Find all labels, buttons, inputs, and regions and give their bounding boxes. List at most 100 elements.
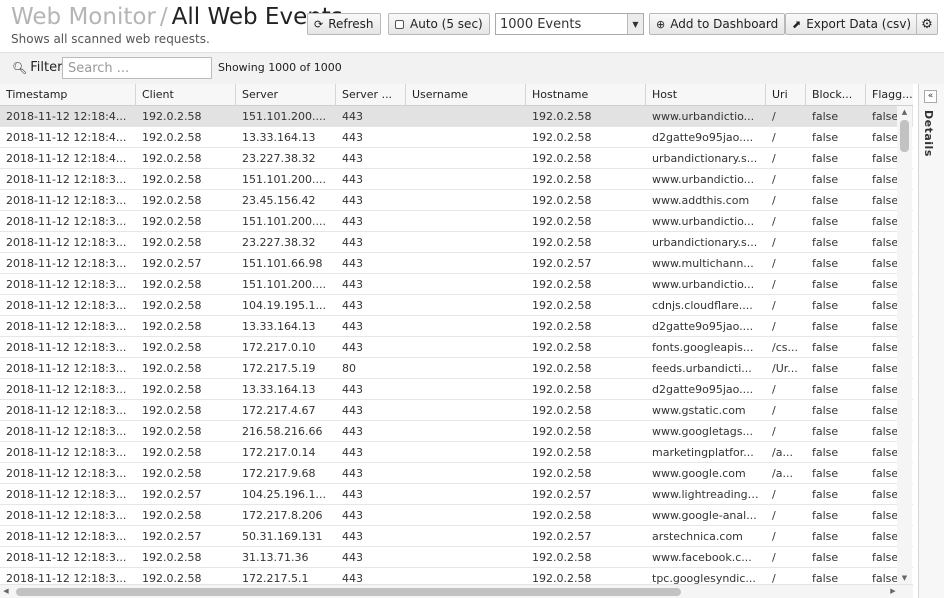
cell-server: 13.33.164.13 (242, 320, 316, 333)
horizontal-scroll-thumb[interactable] (16, 588, 681, 596)
cell-server-port: 443 (342, 572, 363, 584)
cell-timestamp: 2018-11-12 12:18:3... (6, 362, 127, 375)
table-row[interactable]: 2018-11-12 12:18:3... 192.0.2.58 151.101.2… (0, 211, 913, 232)
checkbox-icon (395, 19, 404, 29)
cell-username (406, 190, 526, 210)
column-header-timestamp[interactable]: Timestamp (0, 84, 136, 105)
cell-username (406, 295, 526, 315)
cell-host: www.urbandictio... (652, 173, 755, 186)
cell-hostname: 192.0.2.58 (532, 194, 592, 207)
cell-username (406, 505, 526, 525)
scroll-left-arrow-icon[interactable]: ◀ (0, 585, 12, 598)
table-row[interactable]: 2018-11-12 12:18:3... 192.0.2.58 151.101.2… (0, 169, 913, 190)
cell-uri: / (772, 509, 776, 522)
add-to-dashboard-button[interactable]: ⊕ Add to Dashboard (649, 13, 786, 35)
table-row[interactable]: 2018-11-12 12:18:3... 192.0.2.57 104.25.19… (0, 484, 913, 505)
cell-server: 151.101.66.98 (242, 257, 323, 270)
column-header-client[interactable]: Client (136, 84, 236, 105)
table-row[interactable]: 2018-11-12 12:18:3... 192.0.2.58 13.33.164… (0, 379, 913, 400)
table-row[interactable]: 2018-11-12 12:18:3... 192.0.2.58 23.227.38… (0, 232, 913, 253)
cell-uri: / (772, 152, 776, 165)
table-row[interactable]: 2018-11-12 12:18:3... 192.0.2.58 172.217.0… (0, 442, 913, 463)
table-row[interactable]: 2018-11-12 12:18:3... 192.0.2.58 151.101.2… (0, 274, 913, 295)
column-header-server[interactable]: Server (236, 84, 336, 105)
auto-refresh-button[interactable]: Auto (5 sec) (388, 13, 490, 35)
table-row[interactable]: 2018-11-12 12:18:3... 192.0.2.57 50.31.169… (0, 526, 913, 547)
column-header-uri[interactable]: Uri (766, 84, 806, 105)
cell-uri: / (772, 320, 776, 333)
table-row[interactable]: 2018-11-12 12:18:3... 192.0.2.58 172.217.8… (0, 505, 913, 526)
table-row[interactable]: 2018-11-12 12:18:4... 192.0.2.58 23.227.38… (0, 148, 913, 169)
cell-server: 216.58.216.66 (242, 425, 323, 438)
column-header-flagged[interactable]: Flagg... (866, 84, 913, 105)
cell-timestamp: 2018-11-12 12:18:3... (6, 404, 127, 417)
cell-uri: / (772, 278, 776, 291)
showing-count: Showing 1000 of 1000 (218, 61, 342, 74)
chevron-down-icon[interactable]: ▼ (627, 14, 643, 34)
scroll-up-arrow-icon[interactable]: ▲ (897, 106, 912, 118)
table-row[interactable]: 2018-11-12 12:18:4... 192.0.2.58 151.101.2… (0, 106, 913, 127)
auto-refresh-label: Auto (5 sec) (410, 17, 483, 31)
vertical-scrollbar[interactable]: ▲ ▼ (897, 106, 912, 584)
cell-server-port: 443 (342, 467, 363, 480)
cell-username (406, 253, 526, 273)
events-count-select[interactable]: 1000 Events ▼ (495, 13, 644, 35)
column-header-username[interactable]: Username (406, 84, 526, 105)
scroll-down-arrow-icon[interactable]: ▼ (897, 572, 912, 584)
column-header-server-port[interactable]: Server ... (336, 84, 406, 105)
table-row[interactable]: 2018-11-12 12:18:3... 192.0.2.58 172.217.5… (0, 568, 913, 584)
export-data-button[interactable]: ⬈ Export Data (csv) (785, 13, 919, 35)
details-panel-label[interactable]: Details (922, 110, 935, 157)
cell-blocked: false (812, 173, 839, 186)
table-row[interactable]: 2018-11-12 12:18:3... 192.0.2.57 151.101.6… (0, 253, 913, 274)
table-row[interactable]: 2018-11-12 12:18:4... 192.0.2.58 13.33.164… (0, 127, 913, 148)
cell-server: 172.217.8.206 (242, 509, 323, 522)
table-row[interactable]: 2018-11-12 12:18:3... 192.0.2.58 172.217.9… (0, 463, 913, 484)
column-header-blocked[interactable]: Block... (806, 84, 866, 105)
table-row[interactable]: 2018-11-12 12:18:3... 192.0.2.58 23.45.156… (0, 190, 913, 211)
cell-timestamp: 2018-11-12 12:18:3... (6, 383, 127, 396)
cell-server: 23.45.156.42 (242, 194, 316, 207)
settings-button[interactable]: ⚙ (916, 13, 938, 35)
cell-blocked: false (812, 257, 839, 270)
cell-server-port: 443 (342, 551, 363, 564)
page-title: Web Monitor / All Web Events (11, 3, 343, 31)
add-to-dashboard-label: Add to Dashboard (670, 17, 779, 31)
table-row[interactable]: 2018-11-12 12:18:3... 192.0.2.58 172.217.0… (0, 337, 913, 358)
cell-username (406, 211, 526, 231)
cell-server-port: 443 (342, 509, 363, 522)
cell-timestamp: 2018-11-12 12:18:3... (6, 530, 127, 543)
search-input[interactable] (62, 57, 212, 79)
cell-hostname: 192.0.2.58 (532, 320, 592, 333)
cell-blocked: false (812, 551, 839, 564)
vertical-scroll-thumb[interactable] (900, 120, 909, 152)
cell-blocked: false (812, 341, 839, 354)
cell-uri: / (772, 131, 776, 144)
cell-username (406, 169, 526, 189)
cell-host: www.googletags... (652, 425, 753, 438)
table-row[interactable]: 2018-11-12 12:18:3... 192.0.2.58 31.13.71.… (0, 547, 913, 568)
cell-hostname: 192.0.2.58 (532, 362, 592, 375)
breadcrumb-web-monitor[interactable]: Web Monitor (11, 4, 156, 30)
cell-uri: / (772, 215, 776, 228)
scroll-right-arrow-icon[interactable]: ▶ (887, 585, 899, 598)
table-row[interactable]: 2018-11-12 12:18:3... 192.0.2.58 172.217.4… (0, 400, 913, 421)
cell-client: 192.0.2.58 (142, 446, 202, 459)
chevrons-left-icon[interactable]: « (924, 90, 937, 103)
column-header-host[interactable]: Host (646, 84, 766, 105)
table-row[interactable]: 2018-11-12 12:18:3... 192.0.2.58 104.19.19… (0, 295, 913, 316)
cell-server-port: 443 (342, 299, 363, 312)
table-row[interactable]: 2018-11-12 12:18:3... 192.0.2.58 172.217.5… (0, 358, 913, 379)
horizontal-scrollbar[interactable]: ◀ ▶ (0, 584, 913, 598)
refresh-button[interactable]: ⟳ Refresh (307, 13, 381, 35)
cell-server-port: 443 (342, 215, 363, 228)
cell-client: 192.0.2.58 (142, 131, 202, 144)
details-panel[interactable]: « Details (918, 84, 944, 598)
table-row[interactable]: 2018-11-12 12:18:3... 192.0.2.58 13.33.164… (0, 316, 913, 337)
cell-hostname: 192.0.2.58 (532, 572, 592, 584)
cell-client: 192.0.2.58 (142, 278, 202, 291)
cell-uri: / (772, 299, 776, 312)
column-header-hostname[interactable]: Hostname (526, 84, 646, 105)
table-row[interactable]: 2018-11-12 12:18:3... 192.0.2.58 216.58.21… (0, 421, 913, 442)
cell-hostname: 192.0.2.58 (532, 173, 592, 186)
